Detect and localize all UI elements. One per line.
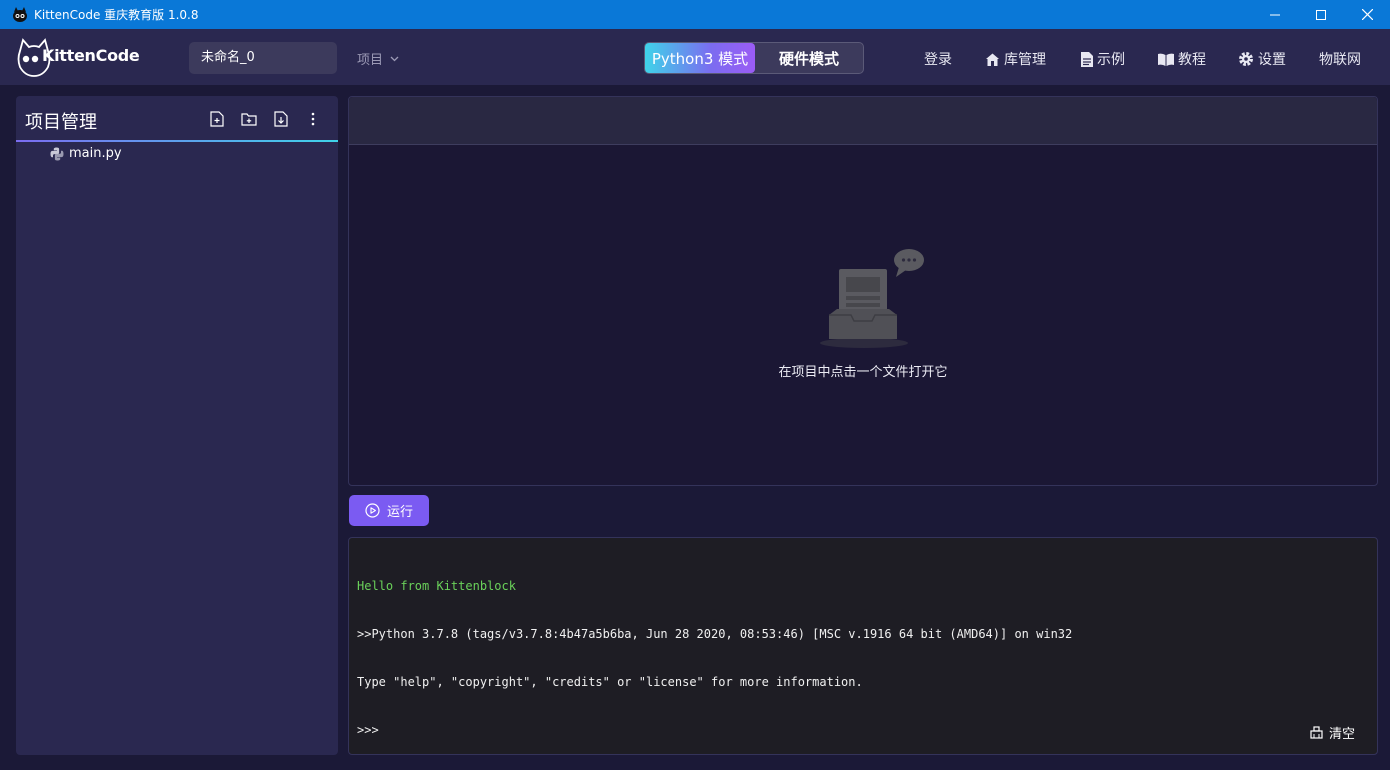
new-file-icon: [210, 111, 224, 127]
panel-title-underline: [16, 140, 338, 142]
clear-console-label: 清空: [1328, 727, 1355, 742]
window-title: KittenCode 重庆教育版 1.0.8: [34, 8, 199, 22]
run-button-label: 运行: [386, 505, 413, 520]
hardware-mode-tab[interactable]: 硬件模式: [755, 43, 863, 73]
file-item[interactable]: main.py: [50, 146, 122, 161]
nav-tutorial-label: 教程: [1178, 52, 1206, 68]
editor-area: 在项目中点击一个文件打开它: [348, 96, 1378, 486]
more-options-button[interactable]: [304, 110, 322, 128]
play-circle-icon: [365, 503, 380, 518]
editor-tab-bar: [349, 97, 1377, 145]
app-header: KittenCode 项目 Python3 模式 硬件模式 登录 库管理 示例 …: [0, 29, 1390, 85]
python-file-icon: [50, 147, 64, 160]
eraser-icon: [1310, 726, 1323, 739]
new-folder-button[interactable]: [240, 110, 258, 128]
nav-examples-label: 示例: [1097, 52, 1125, 68]
window-titlebar: KittenCode 重庆教育版 1.0.8: [0, 0, 1390, 29]
document-icon: [1081, 51, 1093, 67]
chevron-down-icon: [390, 56, 399, 61]
console-output[interactable]: Hello from Kittenblock >>Python 3.7.8 (t…: [348, 537, 1378, 755]
maximize-icon: [1316, 9, 1326, 20]
logo-text: KittenCode: [42, 46, 140, 65]
mode-switch: Python3 模式 硬件模式: [644, 42, 864, 74]
home-icon: [986, 53, 999, 66]
run-button[interactable]: 运行: [349, 495, 429, 526]
console-line: >>Python 3.7.8 (tags/v3.7.8:4b47a5b6ba, …: [357, 627, 1073, 641]
file-download-icon: [274, 111, 288, 127]
more-vertical-icon: [311, 112, 315, 126]
nav-iot[interactable]: 物联网: [1319, 49, 1361, 69]
nav-tutorial[interactable]: 教程: [1158, 49, 1206, 69]
python3-mode-tab[interactable]: Python3 模式: [645, 43, 755, 73]
nav-login-label: 登录: [924, 52, 952, 68]
clear-console-button[interactable]: 清空: [1310, 723, 1355, 742]
project-menu-dropdown[interactable]: 项目: [357, 49, 399, 68]
project-panel-title: 项目管理: [25, 112, 97, 133]
maximize-button[interactable]: [1298, 0, 1344, 29]
nav-examples[interactable]: 示例: [1080, 49, 1125, 69]
book-icon: [1158, 53, 1174, 66]
console-line: Hello from Kittenblock: [357, 579, 516, 593]
project-menu-label: 项目: [357, 53, 384, 68]
empty-editor-message: 在项目中点击一个文件打开它: [778, 365, 948, 380]
nav-library-manager[interactable]: 库管理: [985, 49, 1046, 69]
file-name: main.py: [69, 146, 122, 161]
empty-inbox-icon: [820, 249, 924, 348]
close-icon: [1361, 9, 1373, 20]
import-file-button[interactable]: [272, 110, 290, 128]
minimize-icon: [1270, 14, 1280, 15]
gear-icon: [1239, 52, 1253, 66]
close-button[interactable]: [1344, 0, 1390, 29]
project-panel: 项目管理 main.py: [16, 96, 338, 755]
nav-library-label: 库管理: [1004, 52, 1046, 68]
minimize-button[interactable]: [1252, 0, 1298, 29]
nav-login[interactable]: 登录: [924, 49, 952, 69]
new-folder-icon: [241, 113, 257, 126]
project-name-input[interactable]: [189, 42, 337, 74]
nav-settings[interactable]: 设置: [1238, 49, 1286, 69]
kitten-app-icon: [13, 6, 27, 22]
nav-iot-label: 物联网: [1319, 52, 1361, 68]
new-file-button[interactable]: [208, 110, 226, 128]
console-line: Type "help", "copyright", "credits" or "…: [357, 675, 863, 689]
console-prompt: >>>: [357, 723, 379, 737]
nav-settings-label: 设置: [1258, 52, 1286, 68]
